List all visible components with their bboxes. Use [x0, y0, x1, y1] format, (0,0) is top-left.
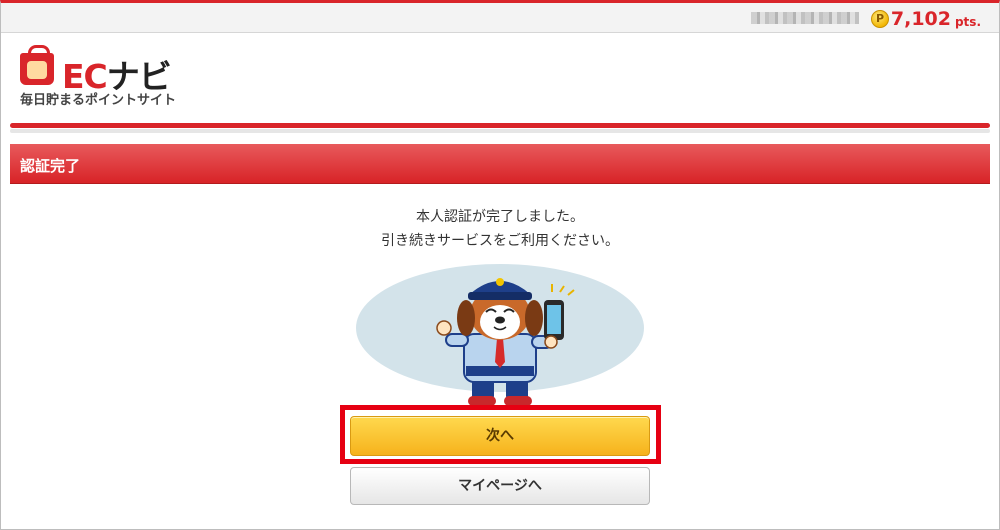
logo-tagline: 毎日貯まるポイントサイト	[20, 93, 177, 108]
police-dog-mascot-illustration	[356, 264, 644, 406]
top-bar: P 7,102 pts.	[1, 3, 999, 33]
points-balance[interactable]: 7,102	[891, 8, 951, 30]
header-divider-red	[10, 123, 990, 128]
blurred-username	[751, 12, 859, 24]
shopping-bag-logo-icon	[20, 45, 54, 85]
message-line-2: 引き続きサービスをご利用ください。	[381, 233, 619, 249]
point-coin-icon: P	[871, 10, 889, 28]
mypage-button[interactable]: マイページへ	[350, 467, 650, 505]
next-button[interactable]: 次へ	[350, 416, 650, 456]
message-line-1: 本人認証が完了しました。	[416, 209, 584, 225]
completion-message: 本人認証が完了しました。 引き続きサービスをご利用ください。	[0, 205, 1000, 253]
header-divider-gray	[10, 129, 990, 133]
page-title: 認証完了	[20, 157, 81, 175]
points-unit: pts.	[954, 15, 981, 29]
section-header: 認証完了	[10, 144, 990, 184]
site-logo[interactable]: ECナビ 毎日貯まるポイントサイト	[20, 45, 200, 108]
